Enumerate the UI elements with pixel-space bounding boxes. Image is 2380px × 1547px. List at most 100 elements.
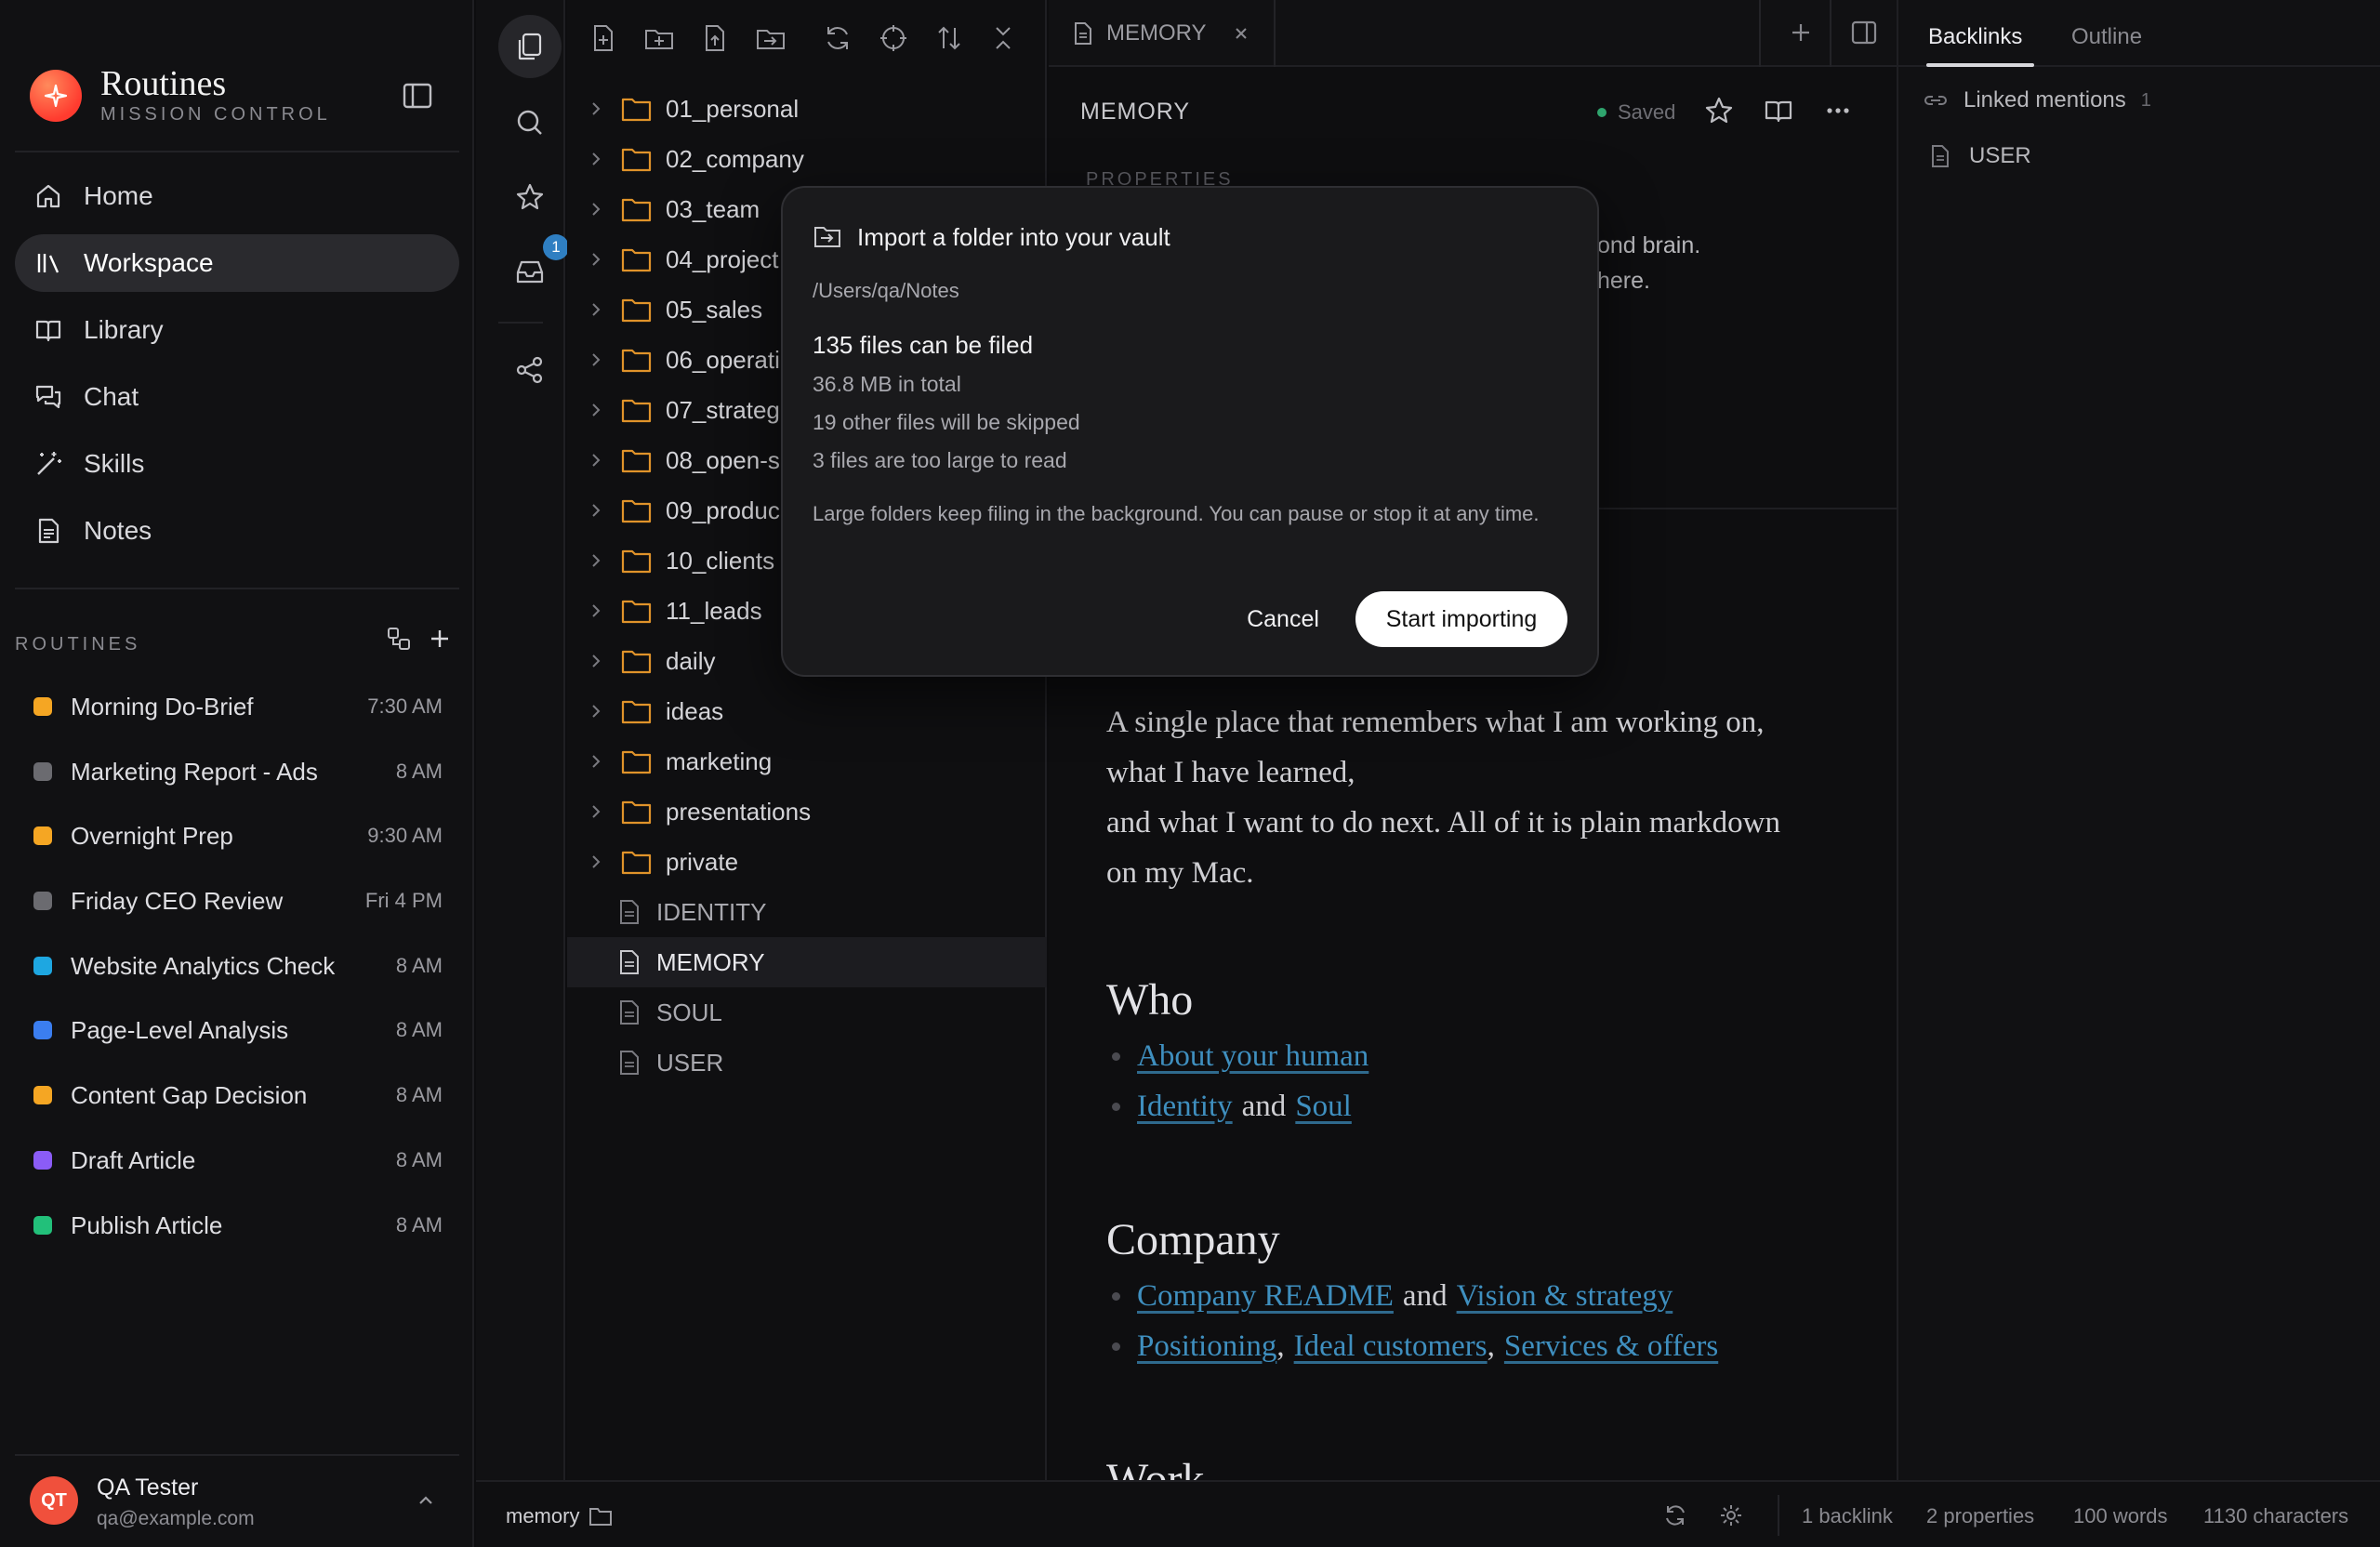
- app-subtitle: MISSION CONTROL: [100, 104, 331, 125]
- routine-time: Fri 4 PM: [364, 889, 443, 912]
- nav-home[interactable]: Home: [15, 167, 459, 225]
- sync-icon[interactable]: [1662, 1502, 1690, 1530]
- nav-workspace[interactable]: Workspace: [15, 234, 459, 292]
- routine-item[interactable]: Publish Article 8 AM: [33, 1197, 443, 1253]
- link-services-offers[interactable]: Services & offers: [1504, 1329, 1718, 1364]
- chevron-right-icon[interactable]: [586, 149, 606, 169]
- chevron-right-icon[interactable]: [586, 550, 606, 571]
- star-icon[interactable]: [498, 165, 562, 229]
- routine-item[interactable]: Content Gap Decision 8 AM: [33, 1067, 443, 1123]
- routine-status-dot: [33, 1021, 52, 1039]
- folder-item[interactable]: private: [567, 837, 1047, 887]
- start-importing-button[interactable]: Start importing: [1355, 591, 1567, 647]
- routine-item[interactable]: Draft Article 8 AM: [33, 1132, 443, 1188]
- routine-time: 8 AM: [395, 1018, 443, 1041]
- routine-item[interactable]: Website Analytics Check 8 AM: [33, 938, 443, 994]
- search-icon[interactable]: [498, 91, 562, 154]
- file-icon: [620, 950, 639, 974]
- link-about-human[interactable]: About your human: [1137, 1039, 1368, 1074]
- sort-icon[interactable]: [933, 22, 965, 54]
- paragraph-line: what I have learned,: [1106, 756, 1355, 789]
- new-tab-icon[interactable]: [1787, 19, 1817, 48]
- folder-item[interactable]: marketing: [567, 736, 1047, 787]
- chevron-right-icon[interactable]: [586, 651, 606, 671]
- settings-gear-icon[interactable]: [1718, 1502, 1746, 1530]
- nav-skills[interactable]: Skills: [15, 435, 459, 493]
- file-item[interactable]: IDENTITY: [567, 887, 1047, 937]
- folder-icon: [621, 600, 652, 624]
- upload-file-icon[interactable]: [699, 22, 731, 54]
- folder-icon: [621, 248, 652, 272]
- cancel-button[interactable]: Cancel: [1227, 591, 1339, 647]
- linked-mentions-header[interactable]: Linked mentions 1: [1923, 87, 2151, 113]
- new-note-icon[interactable]: [588, 22, 619, 54]
- link-positioning[interactable]: Positioning: [1137, 1329, 1276, 1364]
- chevron-right-icon[interactable]: [586, 199, 606, 219]
- sidebar-toggle-icon[interactable]: [402, 82, 435, 112]
- link-soul[interactable]: Soul: [1295, 1090, 1352, 1124]
- chevron-right-icon[interactable]: [586, 450, 606, 470]
- chevron-right-icon[interactable]: [586, 249, 606, 270]
- routine-item[interactable]: Friday CEO Review Fri 4 PM: [33, 873, 443, 929]
- locate-icon[interactable]: [878, 22, 909, 54]
- star-icon[interactable]: [1703, 95, 1735, 126]
- file-item[interactable]: USER: [567, 1038, 1047, 1088]
- file-item[interactable]: SOUL: [567, 987, 1047, 1038]
- folder-item[interactable]: 01_personal: [567, 84, 1047, 134]
- nav-notes[interactable]: Notes: [15, 502, 459, 560]
- tab-label: MEMORY: [1106, 20, 1207, 46]
- close-icon[interactable]: [1233, 25, 1250, 42]
- add-routine-icon[interactable]: [426, 625, 456, 654]
- file-item[interactable]: MEMORY: [567, 937, 1047, 987]
- chevron-right-icon[interactable]: [586, 751, 606, 772]
- link-routines-icon[interactable]: [385, 625, 415, 654]
- chevron-right-icon[interactable]: [586, 801, 606, 822]
- nav-label: Home: [84, 181, 153, 210]
- folder-item[interactable]: ideas: [567, 686, 1047, 736]
- folder-icon: [621, 700, 652, 724]
- link-company-readme[interactable]: Company README: [1137, 1279, 1394, 1314]
- link-ideal-customers[interactable]: Ideal customers: [1294, 1329, 1488, 1364]
- link-vision-strategy[interactable]: Vision & strategy: [1457, 1279, 1673, 1314]
- folder-item[interactable]: 02_company: [567, 134, 1047, 184]
- routine-item[interactable]: Overnight Prep 9:30 AM: [33, 808, 443, 864]
- tab-outline[interactable]: Outline: [2071, 24, 2142, 50]
- too-large-count: 3 files are too large to read: [813, 448, 1067, 472]
- chevron-up-icon[interactable]: [415, 1489, 439, 1514]
- user-avatar[interactable]: QT: [30, 1476, 78, 1525]
- import-folder-icon[interactable]: [755, 22, 787, 54]
- tab-backlinks[interactable]: Backlinks: [1928, 24, 2022, 50]
- collapse-all-icon[interactable]: [987, 22, 1019, 54]
- nav-library[interactable]: Library: [15, 301, 459, 359]
- routine-item[interactable]: Marketing Report - Ads 8 AM: [33, 744, 443, 800]
- chevron-right-icon[interactable]: [586, 601, 606, 621]
- new-folder-icon[interactable]: [643, 22, 675, 54]
- routine-item[interactable]: Morning Do-Brief 7:30 AM: [33, 679, 443, 734]
- linked-mentions-label: Linked mentions: [1964, 87, 2126, 112]
- folder-icon: [621, 750, 652, 774]
- folder-item[interactable]: presentations: [567, 787, 1047, 837]
- files-icon[interactable]: [498, 15, 562, 78]
- current-folder[interactable]: memory: [506, 1504, 613, 1528]
- chevron-right-icon[interactable]: [586, 99, 606, 119]
- nav-chat[interactable]: Chat: [15, 368, 459, 426]
- chevron-right-icon[interactable]: [586, 852, 606, 872]
- chevron-right-icon[interactable]: [586, 400, 606, 420]
- link-identity[interactable]: Identity: [1137, 1090, 1233, 1124]
- chevron-right-icon[interactable]: [586, 500, 606, 521]
- chevron-right-icon[interactable]: [586, 299, 606, 320]
- folder-icon: [621, 98, 652, 122]
- link-icon: [1924, 96, 1947, 105]
- more-options-icon[interactable]: [1822, 95, 1854, 126]
- toggle-right-panel-icon[interactable]: [1850, 19, 1880, 48]
- reading-mode-icon[interactable]: [1763, 95, 1794, 126]
- refresh-icon[interactable]: [822, 22, 853, 54]
- routine-name: Draft Article: [71, 1145, 196, 1174]
- graph-icon[interactable]: [498, 338, 562, 402]
- routine-item[interactable]: Page-Level Analysis 8 AM: [33, 1002, 443, 1058]
- chevron-right-icon[interactable]: [586, 701, 606, 721]
- backlink-item[interactable]: USER: [1930, 143, 2031, 169]
- bullet-dot: [1112, 1292, 1120, 1301]
- chevron-right-icon[interactable]: [586, 350, 606, 370]
- tab-memory[interactable]: MEMORY: [1049, 0, 1276, 67]
